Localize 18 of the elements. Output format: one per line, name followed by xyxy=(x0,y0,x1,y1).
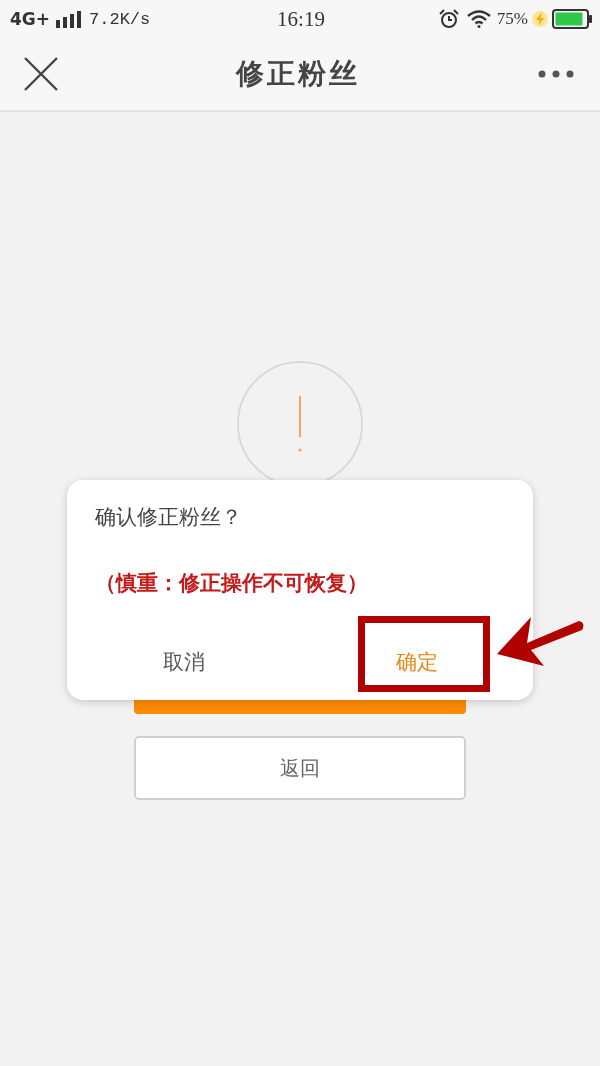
back-button[interactable]: 返回 xyxy=(134,736,466,800)
cancel-button[interactable]: 取消 xyxy=(67,624,300,700)
signal-icon xyxy=(56,10,82,28)
dialog-warning: （慎重：修正操作不可恢复） xyxy=(95,570,369,597)
more-icon xyxy=(538,70,574,78)
battery-percent: 75% xyxy=(496,9,528,29)
network-type: 4G+ xyxy=(10,9,51,29)
close-button[interactable] xyxy=(24,57,58,91)
network-speed: 7.2K/s xyxy=(89,9,151,29)
wifi-icon xyxy=(466,10,491,28)
page-title: 修正粉丝 xyxy=(236,56,360,92)
clock-time: 16:19 xyxy=(277,6,325,32)
more-button[interactable] xyxy=(538,70,574,78)
close-icon xyxy=(24,57,58,91)
charging-bolt-icon xyxy=(531,10,549,28)
dialog-title: 确认修正粉丝？ xyxy=(95,504,243,531)
alarm-clock-icon xyxy=(438,9,459,29)
battery-icon xyxy=(552,9,592,29)
